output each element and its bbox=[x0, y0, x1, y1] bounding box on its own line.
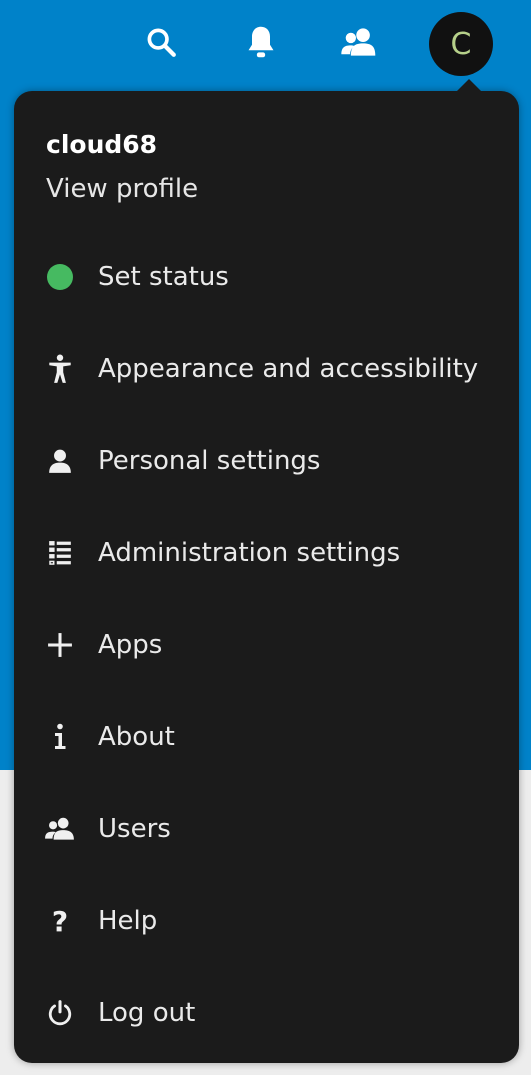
menu-item-label: Administration settings bbox=[98, 538, 401, 568]
status-dot-icon bbox=[47, 264, 73, 290]
menu-arrow bbox=[457, 79, 481, 91]
menu-item-label: Help bbox=[98, 906, 158, 936]
user-icon bbox=[28, 425, 92, 497]
profile-link[interactable]: cloud68 View profile bbox=[46, 125, 499, 213]
menu-item-apps[interactable]: Apps bbox=[28, 609, 513, 681]
view-profile-label: View profile bbox=[46, 174, 199, 204]
menu-item-label: Personal settings bbox=[98, 446, 321, 476]
avatar-letter: C bbox=[450, 26, 472, 62]
help-icon: ? bbox=[51, 904, 69, 938]
menu-item-label: Users bbox=[98, 814, 171, 844]
accessibility-icon bbox=[28, 333, 92, 405]
list-icon bbox=[28, 517, 92, 589]
plus-icon bbox=[28, 609, 92, 681]
menu-item-set-status[interactable]: Set status bbox=[28, 241, 513, 313]
search-icon[interactable] bbox=[139, 20, 183, 64]
menu-item-help[interactable]: ? Help bbox=[28, 885, 513, 957]
menu-item-label: Set status bbox=[98, 262, 229, 292]
bell-icon[interactable] bbox=[239, 20, 283, 64]
menu-item-appearance[interactable]: Appearance and accessibility bbox=[28, 333, 513, 405]
menu-item-about[interactable]: About bbox=[28, 701, 513, 773]
avatar[interactable]: C bbox=[429, 12, 493, 76]
users-icon bbox=[28, 793, 92, 865]
power-icon bbox=[28, 977, 92, 1049]
info-icon bbox=[28, 701, 92, 773]
menu-item-label: About bbox=[98, 722, 175, 752]
menu-item-log-out[interactable]: Log out bbox=[28, 977, 513, 1049]
contacts-icon[interactable] bbox=[337, 20, 381, 64]
menu-item-label: Log out bbox=[98, 998, 196, 1028]
menu-item-label: Apps bbox=[98, 630, 163, 660]
header-bar: C bbox=[0, 0, 531, 82]
user-menu: cloud68 View profile Set status Appearan… bbox=[14, 79, 519, 1063]
menu-item-label: Appearance and accessibility bbox=[98, 354, 479, 384]
menu-item-users[interactable]: Users bbox=[28, 793, 513, 865]
menu-item-administration-settings[interactable]: Administration settings bbox=[28, 517, 513, 589]
menu-item-personal-settings[interactable]: Personal settings bbox=[28, 425, 513, 497]
username: cloud68 bbox=[46, 130, 158, 159]
